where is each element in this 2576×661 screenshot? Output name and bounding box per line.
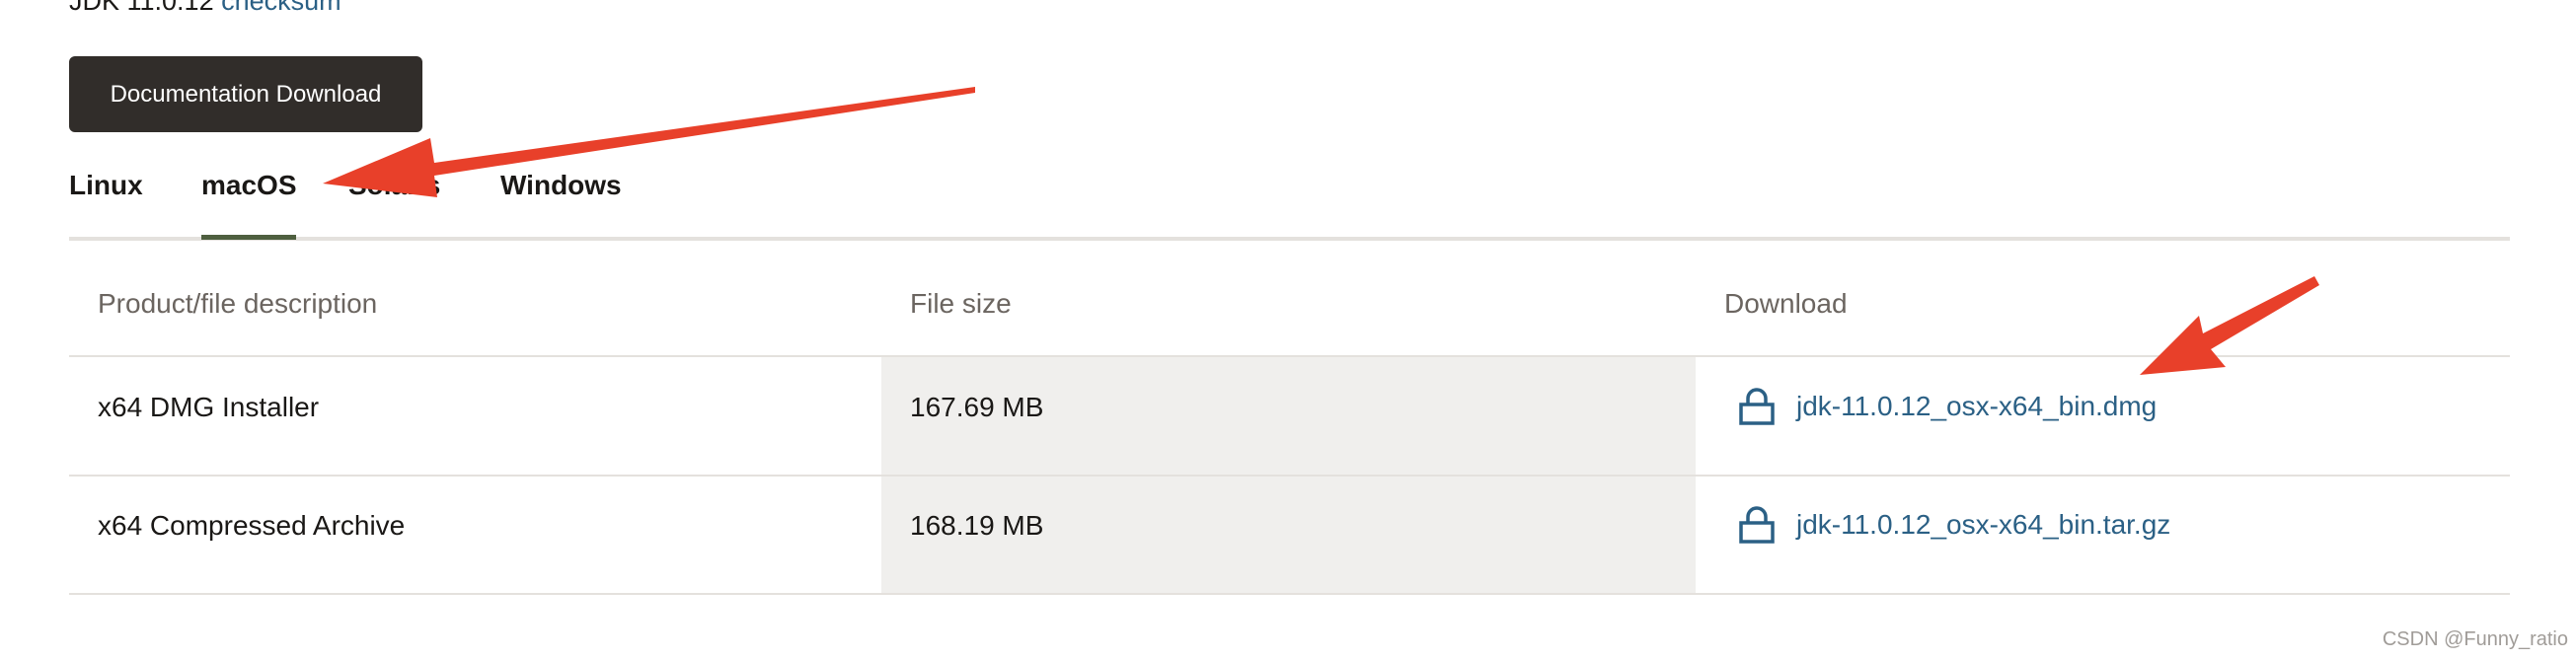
arrow-to-macos-tab <box>323 87 975 197</box>
watermark: CSDN @Funny_ratio <box>2382 628 2568 650</box>
arrow-to-dmg-download <box>2140 276 2319 375</box>
annotation-arrows <box>323 87 2319 375</box>
